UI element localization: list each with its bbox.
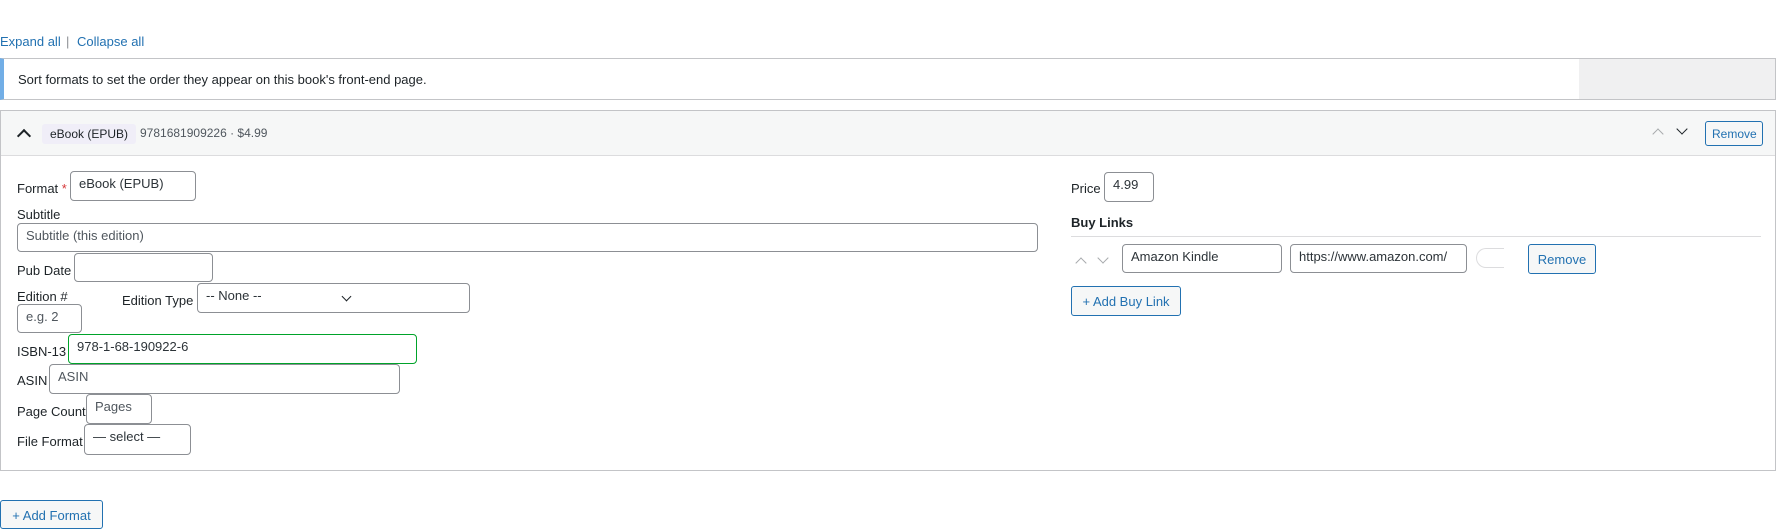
add-buy-link-button[interactable]: + Add Buy Link [1071,286,1181,316]
notice-shade [1579,59,1775,99]
format-badge: eBook (EPUB) [42,124,137,144]
move-down-icon[interactable] [1676,123,1688,135]
file-format-select[interactable]: — select — [84,424,191,455]
format-meta: 9781681909226 · $4.99 [140,126,268,140]
file-format-label: File Format [17,434,83,449]
price-label: Price [1071,181,1101,196]
edition-number-label: Edition # [17,289,68,304]
edition-type-label: Edition Type [122,293,194,308]
buy-link-url-input[interactable]: https://www.amazon.com/ [1290,244,1467,273]
isbn-input[interactable]: 978-1-68-190922-6 [68,334,417,364]
page-count-label: Page Count [17,404,86,419]
format-input[interactable]: eBook (EPUB) [70,171,196,201]
asin-input[interactable]: ASIN [49,364,400,394]
collapse-chevron-icon[interactable] [16,128,32,144]
asin-label: ASIN [17,373,48,388]
pub-date-input[interactable] [74,253,213,282]
buy-link-name-input[interactable]: Amazon Kindle [1122,244,1282,273]
edition-number-input[interactable]: e.g. 2 [17,304,82,333]
add-format-button[interactable]: + Add Format [0,500,103,529]
toolbar-separator: | [66,34,70,49]
format-panel-header[interactable]: eBook (EPUB) 9781681909226 · $4.99 Remov… [1,111,1775,156]
format-label: Format * [17,181,67,196]
buy-links-heading: Buy Links [1071,215,1134,230]
page-count-input[interactable]: Pages [86,394,152,424]
edition-type-select[interactable]: -- None -- [197,283,470,313]
subtitle-label: Subtitle [17,207,61,222]
buy-links-divider [1071,236,1761,237]
price-input[interactable]: 4.99 [1104,172,1154,202]
notice-text: Sort formats to set the order they appea… [18,72,427,87]
expand-all-link[interactable]: Expand all [0,34,61,49]
collapse-all-link[interactable]: Collapse all [77,34,144,49]
isbn-label: ISBN-13 [17,344,67,359]
pub-date-label: Pub Date [17,263,72,278]
buy-link-toggle[interactable] [1476,248,1504,268]
subtitle-input[interactable]: Subtitle (this edition) [17,223,1038,252]
sort-notice: Sort formats to set the order they appea… [0,58,1776,100]
remove-format-button[interactable]: Remove [1705,121,1763,146]
remove-buy-link-button[interactable]: Remove [1528,244,1596,274]
move-up-icon[interactable] [1652,128,1664,140]
